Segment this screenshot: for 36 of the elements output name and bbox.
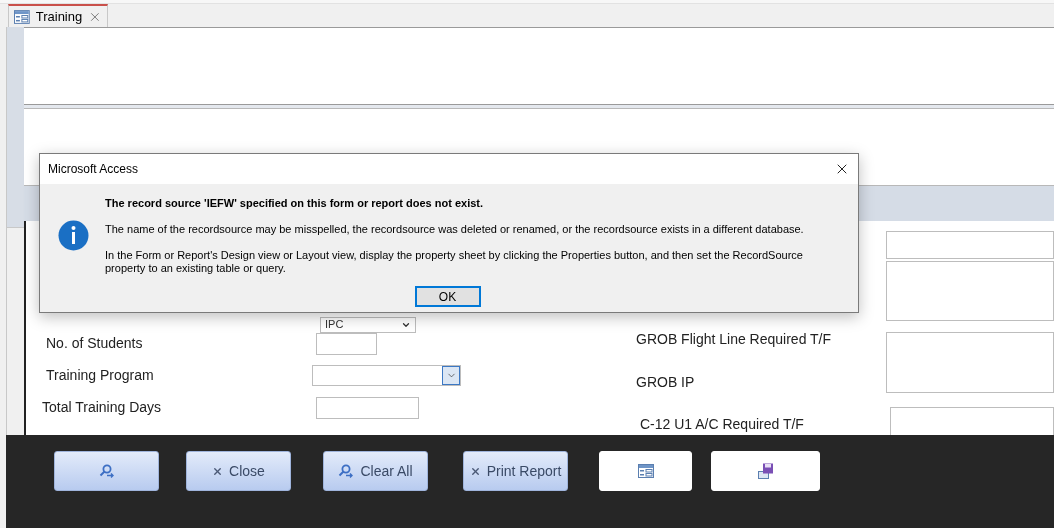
search-button[interactable] — [54, 451, 159, 491]
search-button[interactable]: Clear All — [323, 451, 428, 491]
text-field[interactable] — [886, 332, 1054, 393]
field-label: GROB Flight Line Required T/F — [636, 330, 833, 349]
save-button[interactable] — [711, 451, 820, 491]
text-field[interactable] — [316, 333, 377, 355]
dialog-message: In the Form or Report's Design view or Layout view, display the property sheet by clicking the Properties button, and then set the RecordSource property to an existing table or query. — [105, 249, 804, 275]
close-button[interactable]: Print Report — [463, 451, 568, 491]
dialog-title: Microsoft Access — [48, 161, 139, 178]
dialog-heading: The record source 'IEFW' specified on this form or report does not exist. — [105, 197, 485, 210]
text-field[interactable] — [886, 231, 1054, 259]
field-label: No. of Students — [46, 334, 144, 354]
form-icon — [637, 464, 654, 478]
ok-button[interactable]: OK — [414, 286, 481, 307]
close-icon — [212, 465, 224, 477]
close-icon — [469, 465, 481, 477]
text-field[interactable] — [316, 397, 419, 419]
info-icon — [58, 220, 89, 251]
save-icon — [757, 463, 774, 479]
dialog-message: The name of the recordsource may be misspelled, the recordsource was deleted or renamed, or the recordsource exists in a different database. — [105, 223, 805, 236]
text-field[interactable] — [890, 407, 1054, 435]
form-icon — [14, 9, 30, 24]
field-label: Total Training Days — [42, 398, 163, 418]
close-button[interactable]: Close — [186, 451, 291, 491]
search-icon — [338, 464, 355, 478]
dropdown-button[interactable] — [442, 366, 460, 386]
document-tab[interactable]: Training — [8, 4, 108, 27]
form-view-button[interactable] — [599, 451, 692, 491]
search-icon — [98, 464, 115, 478]
combo-box[interactable] — [312, 365, 461, 387]
chevron-icon — [401, 320, 411, 330]
field-label: GROB IP — [636, 373, 696, 392]
text-field[interactable] — [886, 261, 1054, 321]
field-label: Training Program — [46, 366, 155, 386]
combo-box[interactable]: IPC — [320, 317, 416, 333]
field-label: C-12 U1 A/C Required T/F — [640, 415, 805, 434]
